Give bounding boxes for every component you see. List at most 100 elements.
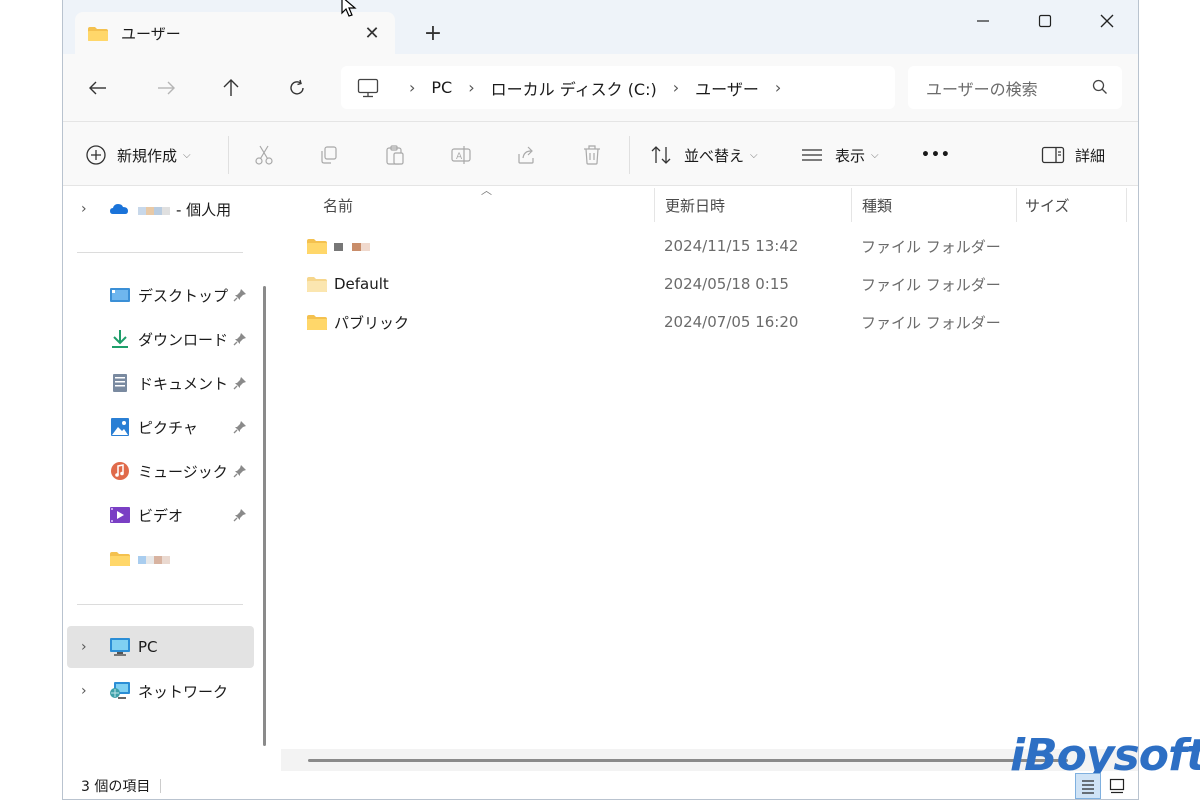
breadcrumb-pc[interactable]: PC — [431, 78, 452, 97]
sort-button[interactable]: 並べ替え ⌵ — [650, 142, 758, 168]
delete-button[interactable] — [581, 142, 603, 168]
details-view-toggle[interactable] — [1075, 773, 1101, 799]
sidebar-item-user-folder[interactable] — [63, 538, 253, 580]
pin-icon[interactable] — [233, 376, 247, 390]
sidebar-item-downloads[interactable]: ダウンロード — [63, 318, 253, 360]
sidebar-item-label: ダウンロード — [138, 330, 229, 349]
breadcrumb[interactable]: › PC › ローカル ディスク (C:) › ユーザー › — [341, 66, 895, 109]
maximize-button[interactable] — [1025, 6, 1065, 36]
sidebar-item-network[interactable]: › ネットワーク — [63, 670, 253, 712]
sidebar-divider — [77, 604, 243, 605]
cut-button[interactable] — [253, 142, 275, 168]
column-divider[interactable] — [1016, 188, 1017, 222]
pin-icon[interactable] — [233, 420, 247, 434]
new-label: 新規作成 — [117, 146, 178, 165]
mouse-cursor-icon — [341, 0, 357, 17]
file-row[interactable]: パブリック 2024/07/05 16:20 ファイル フォルダー — [306, 304, 1001, 340]
column-header-type[interactable]: 種類 — [862, 186, 892, 224]
chevron-right-icon[interactable]: › — [775, 78, 781, 97]
file-modified: 2024/11/15 13:42 — [664, 237, 799, 255]
close-tab-button[interactable]: ✕ — [359, 20, 385, 46]
document-icon — [113, 374, 127, 392]
pin-icon[interactable] — [233, 464, 247, 478]
chevron-right-icon: › — [409, 78, 416, 97]
forward-button[interactable] — [151, 73, 181, 103]
column-header-modified[interactable]: 更新日時 — [665, 186, 725, 224]
breadcrumb-users[interactable]: ユーザー — [695, 76, 759, 100]
blurred-text — [138, 206, 146, 215]
file-list: ︿ 名前 更新日時 種類 サイズ 2024/11/15 13:42 ファイル フ… — [276, 184, 1138, 771]
file-name: パブリック — [334, 313, 410, 332]
clipboard-icon — [386, 145, 404, 165]
share-icon — [518, 146, 534, 164]
new-tab-button[interactable]: + — [419, 19, 447, 47]
list-view-icon — [802, 149, 822, 161]
pin-icon[interactable] — [233, 508, 247, 522]
toolbar-divider — [228, 136, 229, 174]
horizontal-scrollbar[interactable] — [308, 759, 1068, 762]
copy-button[interactable] — [318, 142, 340, 168]
sidebar-item-music[interactable]: ミュージック — [63, 450, 253, 492]
tiles-view-toggle[interactable] — [1104, 773, 1130, 799]
sidebar-divider — [77, 252, 243, 253]
sidebar-item-label: ネットワーク — [138, 682, 229, 701]
sort-label: 並べ替え — [684, 146, 745, 165]
chevron-right-icon[interactable]: › — [81, 201, 87, 217]
chevron-right-icon: › — [672, 78, 680, 97]
command-bar: 新規作成 ⌵ A 並べ替え ⌵ 表示 ⌵ ••• 詳細 — [63, 122, 1138, 186]
blurred-text — [162, 206, 170, 215]
chevron-right-icon[interactable]: › — [81, 683, 87, 699]
folder-icon — [110, 552, 130, 566]
toolbar-divider — [629, 136, 630, 174]
details-label: 詳細 — [1075, 146, 1106, 165]
scissors-icon — [255, 145, 273, 165]
blurred-text — [334, 243, 343, 251]
tab-users[interactable]: ユーザー ✕ — [75, 12, 395, 55]
blurred-text — [361, 243, 370, 251]
sidebar-item-onedrive[interactable]: › - 個人用 — [63, 188, 253, 230]
sidebar-item-pictures[interactable]: ピクチャ — [63, 406, 253, 448]
sidebar-item-label: ミュージック — [138, 462, 228, 481]
up-button[interactable] — [216, 73, 246, 103]
sidebar-scrollbar[interactable] — [263, 286, 266, 746]
new-button[interactable]: 新規作成 ⌵ — [85, 142, 191, 168]
more-options-button[interactable]: ••• — [921, 142, 951, 168]
details-pane-button[interactable]: 詳細 — [1041, 142, 1105, 168]
column-divider[interactable] — [851, 188, 852, 222]
folder-icon — [307, 238, 327, 254]
file-row[interactable]: Default 2024/05/18 0:15 ファイル フォルダー — [306, 266, 1001, 302]
file-type: ファイル フォルダー — [861, 313, 1001, 332]
rename-button[interactable]: A — [450, 142, 472, 168]
sidebar-item-label: ドキュメント — [138, 374, 229, 393]
onedrive-label: - 個人用 — [138, 199, 231, 220]
cloud-icon — [110, 204, 128, 214]
file-type: ファイル フォルダー — [861, 275, 1001, 294]
search-input[interactable]: ユーザーの検索 — [908, 66, 1122, 109]
paste-button[interactable] — [384, 142, 406, 168]
chevron-down-icon: ⌵ — [183, 149, 191, 161]
column-header-size[interactable]: サイズ — [1025, 186, 1070, 224]
file-row[interactable]: 2024/11/15 13:42 ファイル フォルダー — [306, 228, 1001, 264]
refresh-button[interactable] — [282, 73, 312, 103]
column-divider[interactable] — [1126, 188, 1127, 222]
minimize-button[interactable] — [963, 6, 1003, 36]
breadcrumb-local-disk[interactable]: ローカル ディスク (C:) — [491, 76, 657, 100]
pin-icon[interactable] — [233, 332, 247, 346]
details-view-icon — [1082, 780, 1094, 794]
sidebar-item-pc[interactable]: › PC — [67, 626, 254, 668]
pin-icon[interactable] — [233, 288, 247, 302]
back-button[interactable] — [83, 73, 113, 103]
sidebar-item-desktop[interactable]: デスクトップ — [63, 274, 253, 316]
share-button[interactable] — [515, 142, 537, 168]
sidebar-item-videos[interactable]: ビデオ — [63, 494, 253, 536]
add-circle-icon — [86, 145, 106, 165]
pictures-icon — [111, 418, 129, 436]
blurred-folder-name — [138, 550, 170, 568]
column-header-name[interactable]: 名前 — [323, 186, 353, 224]
close-window-button[interactable] — [1087, 6, 1127, 36]
chevron-right-icon[interactable]: › — [81, 639, 87, 655]
column-divider[interactable] — [654, 188, 655, 222]
computer-icon — [110, 638, 130, 656]
sidebar-item-documents[interactable]: ドキュメント — [63, 362, 253, 404]
view-button[interactable]: 表示 ⌵ — [801, 142, 879, 168]
